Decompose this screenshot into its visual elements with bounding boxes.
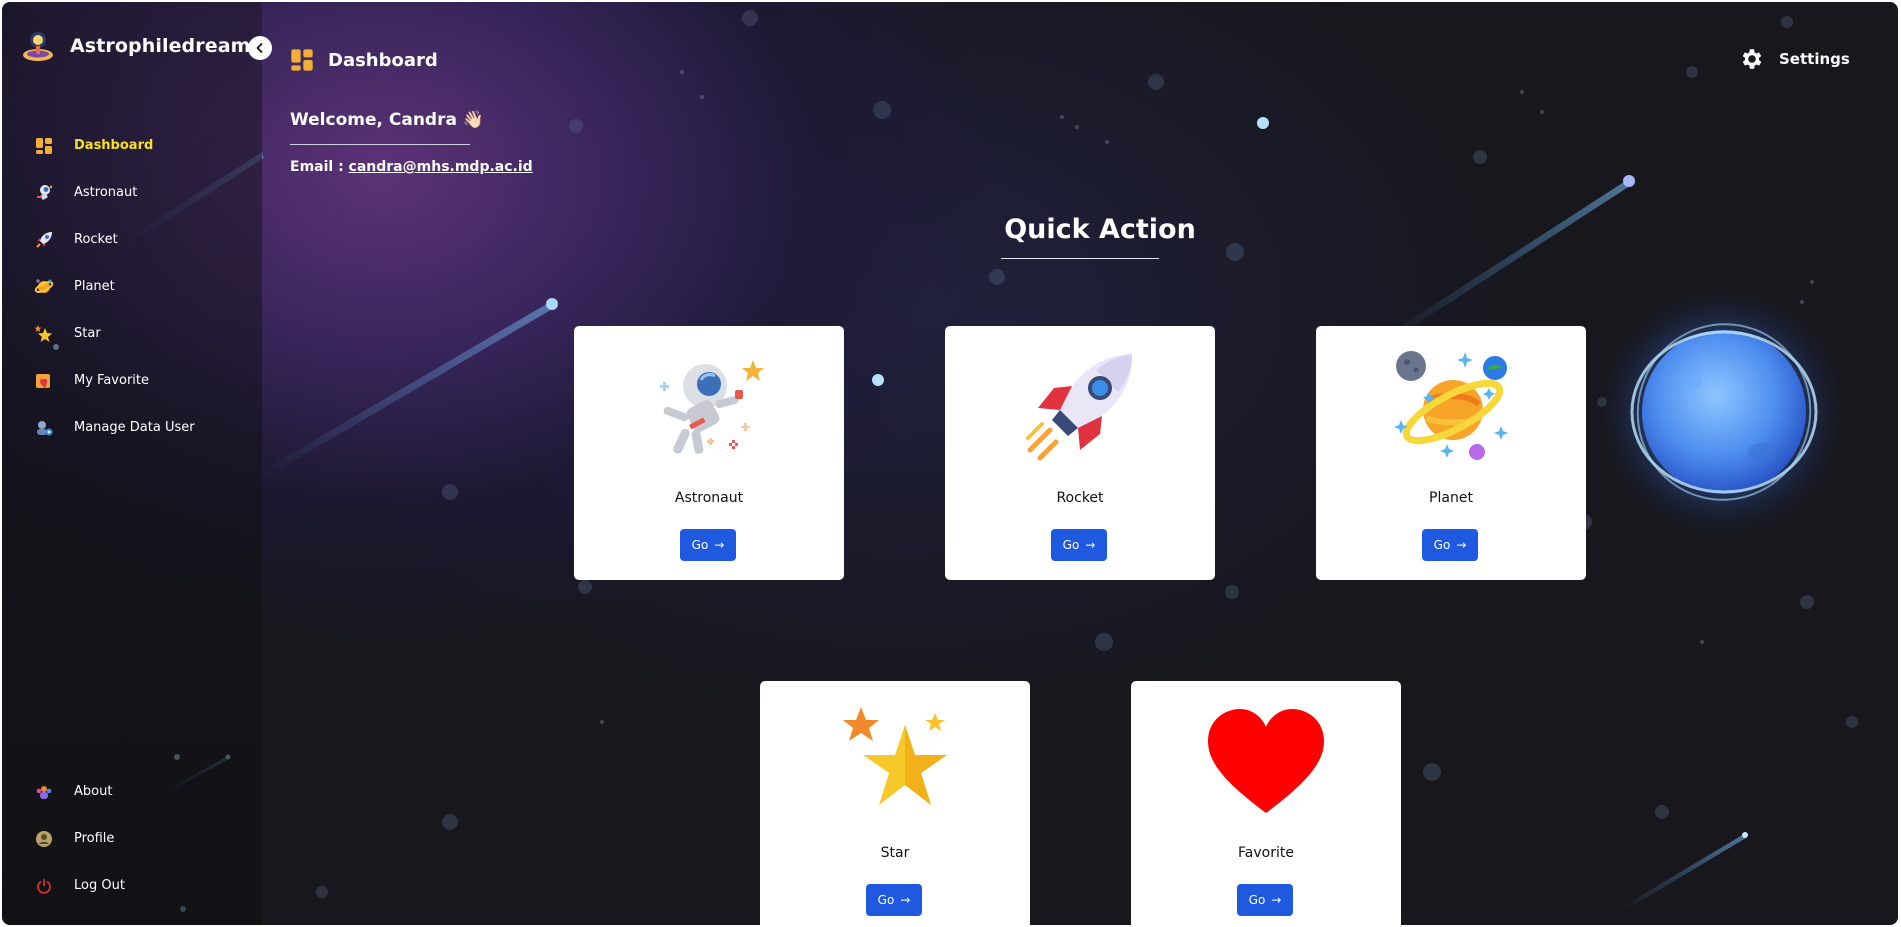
main-content: Dashboard Settings Welcome, Candra 👋🏻 Em… (262, 2, 1898, 925)
user-email: Email : candra@mhs.mdp.ac.id (290, 159, 533, 175)
quick-action-card-rocket: Rocket Go → (945, 326, 1215, 580)
sidebar: Astrophiledream Dashboard Astronaut Rock… (2, 2, 262, 925)
sidebar-item-label: Dashboard (74, 138, 154, 153)
arrow-right-icon: → (1456, 538, 1467, 552)
planet-illustration (1394, 351, 1508, 460)
sidebar-item-astronaut[interactable]: Astronaut (2, 169, 262, 216)
email-label: Email : (290, 159, 344, 175)
arrow-right-icon: → (714, 538, 725, 552)
about-icon (34, 782, 54, 802)
favorite-icon (34, 371, 54, 391)
quick-action-card-star: Star Go → (760, 681, 1030, 925)
quick-action-card-astronaut: Astronaut Go → (574, 326, 844, 580)
email-link[interactable]: candra@mhs.mdp.ac.id (349, 159, 533, 175)
logo-icon (23, 32, 53, 61)
card-title: Astronaut (674, 490, 744, 506)
arrow-right-icon: → (1271, 893, 1282, 907)
rocket-icon (34, 230, 54, 250)
quick-action-card-favorite: Favorite Go → (1131, 681, 1401, 925)
welcome-message: Welcome, Candra 👋🏻 (290, 110, 485, 130)
go-button[interactable]: Go → (680, 529, 736, 561)
brand[interactable]: Astrophiledream (20, 28, 251, 64)
arrow-right-icon: → (900, 893, 911, 907)
sidebar-item-label: Manage Data User (74, 420, 195, 435)
sidebar-bottom-nav: About Profile Log Out (2, 768, 262, 909)
sidebar-item-label: Astronaut (74, 185, 138, 200)
quick-action-card-planet: Planet Go → (1316, 326, 1586, 580)
heart-illustration (1208, 709, 1324, 813)
page-title: Dashboard (328, 49, 438, 71)
sidebar-nav: Dashboard Astronaut Rocket Planet Star M… (2, 122, 262, 451)
page-header: Dashboard (290, 48, 438, 72)
arrow-right-icon: → (1085, 538, 1096, 552)
app-name: Astrophiledream (70, 35, 251, 57)
sidebar-item-rocket[interactable]: Rocket (2, 216, 262, 263)
star-icon (34, 324, 54, 344)
profile-icon (34, 829, 54, 849)
astronaut-illustration (660, 360, 764, 454)
settings-button[interactable]: Settings (1739, 46, 1850, 72)
quick-action-title: Quick Action (1004, 214, 1196, 245)
sidebar-item-label: Rocket (74, 232, 118, 247)
card-title: Star (880, 845, 910, 861)
chevron-left-icon (256, 43, 263, 53)
astronaut-icon (34, 183, 54, 203)
go-label: Go (1062, 538, 1080, 552)
divider (290, 144, 470, 145)
go-button[interactable]: Go → (866, 884, 922, 916)
sidebar-item-profile[interactable]: Profile (2, 815, 262, 862)
rocket-illustration (1026, 354, 1133, 461)
sidebar-item-label: Planet (74, 279, 115, 294)
go-button[interactable]: Go → (1422, 529, 1478, 561)
go-label: Go (691, 538, 709, 552)
sidebar-item-dashboard[interactable]: Dashboard (2, 122, 262, 169)
sidebar-item-log-out[interactable]: Log Out (2, 862, 262, 909)
sidebar-item-planet[interactable]: Planet (2, 263, 262, 310)
sidebar-item-label: Log Out (74, 878, 125, 893)
go-label: Go (877, 893, 895, 907)
go-label: Go (1433, 538, 1451, 552)
sidebar-item-manage-data-user[interactable]: Manage Data User (2, 404, 262, 451)
sidebar-item-label: Star (74, 326, 101, 341)
settings-label: Settings (1779, 50, 1850, 68)
power-icon (34, 876, 54, 896)
app-window: Astrophiledream Dashboard Astronaut Rock… (2, 2, 1898, 925)
gear-icon (1742, 49, 1762, 69)
card-title: Favorite (1238, 845, 1294, 861)
card-title: Rocket (1056, 490, 1104, 506)
dashboard-icon (291, 49, 313, 71)
go-label: Go (1248, 893, 1266, 907)
sidebar-item-label: About (74, 784, 113, 799)
go-button[interactable]: Go → (1237, 884, 1293, 916)
divider (1001, 258, 1159, 259)
sidebar-item-my-favorite[interactable]: My Favorite (2, 357, 262, 404)
manage-users-icon (34, 418, 54, 438)
sidebar-collapse-button[interactable] (248, 36, 272, 60)
card-title: Planet (1429, 490, 1473, 506)
star-illustration (843, 707, 947, 805)
sidebar-item-label: My Favorite (74, 373, 149, 388)
sidebar-item-star[interactable]: Star (2, 310, 262, 357)
dashboard-icon (34, 136, 54, 156)
go-button[interactable]: Go → (1051, 529, 1107, 561)
sidebar-item-about[interactable]: About (2, 768, 262, 815)
sidebar-item-label: Profile (74, 831, 115, 846)
planet-icon (34, 277, 54, 297)
